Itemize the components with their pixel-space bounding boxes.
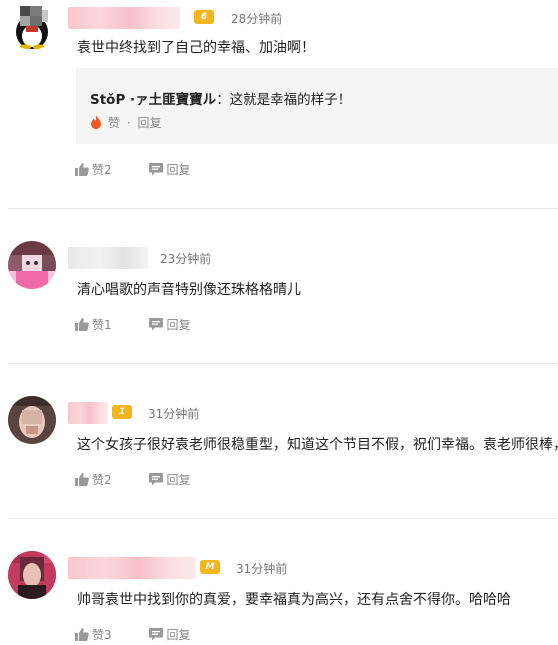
reply-text: ：这就是幸福的样子！ <box>216 92 352 108</box>
timestamp: 31分钟前 <box>148 407 200 421</box>
avatar[interactable] <box>8 241 56 289</box>
timestamp: 28分钟前 <box>231 12 283 26</box>
comment-text: 帅哥袁世中找到你的真爱，要幸福真为高兴，还有点舍不得你。哈哈哈 <box>77 592 511 608</box>
reply-label: 回复 <box>166 318 191 332</box>
thumbs-up-icon <box>75 163 89 176</box>
level-badge: M <box>200 560 220 574</box>
reply-button[interactable]: 回复 <box>149 471 190 488</box>
comment-icon <box>149 628 164 641</box>
timestamp: 23分钟前 <box>160 252 212 266</box>
like-count: 赞1 <box>92 318 112 332</box>
divider <box>8 518 558 519</box>
reply-like-button[interactable]: 赞 <box>108 116 120 130</box>
avatar[interactable] <box>8 551 56 599</box>
like-count: 赞2 <box>92 163 112 177</box>
separator: · <box>126 116 131 130</box>
like-count: 赞3 <box>92 628 112 642</box>
like-button[interactable]: 赞2 <box>75 161 112 178</box>
username[interactable] <box>68 247 148 269</box>
comment-actions: 赞2 回复 <box>75 471 224 488</box>
timestamp: 31分钟前 <box>236 562 288 576</box>
level-badge: 1 <box>112 405 132 419</box>
thumbs-up-icon <box>75 318 89 331</box>
reply-username[interactable]: StǒP ·ァ土匪寶寶ル <box>90 92 216 108</box>
comment-actions: 赞3 回复 <box>75 626 224 643</box>
comment-icon <box>149 473 164 486</box>
thumbs-up-icon <box>75 473 89 486</box>
comment-icon <box>149 163 164 176</box>
level-badge: 6 <box>194 10 214 24</box>
reply-reply-button[interactable]: 回复 <box>138 116 162 130</box>
reply-button[interactable]: 回复 <box>149 316 190 333</box>
comment-actions: 赞2 回复 <box>75 161 224 178</box>
comment-icon <box>149 318 164 331</box>
avatar[interactable] <box>8 396 56 444</box>
reply-actions: 赞 · 回复 <box>90 114 162 131</box>
reply-line: StǒP ·ァ土匪寶寶ル：这就是幸福的样子！ <box>90 88 351 108</box>
divider <box>8 208 558 209</box>
comment-actions: 赞1 回复 <box>75 316 224 333</box>
reply-button[interactable]: 回复 <box>149 626 190 643</box>
reply-label: 回复 <box>166 163 191 177</box>
like-count: 赞2 <box>92 473 112 487</box>
username[interactable] <box>68 557 196 579</box>
like-button[interactable]: 赞1 <box>75 316 112 333</box>
comment-text: 这个女孩子很好袁老师很稳重型，知道这个节目不假，祝们幸福。袁老师很棒， <box>77 437 558 453</box>
comment-text: 清心唱歌的声音特别像还珠格格晴儿 <box>77 282 301 298</box>
like-button[interactable]: 赞3 <box>75 626 112 643</box>
username[interactable] <box>68 7 180 29</box>
divider <box>8 363 558 364</box>
username[interactable] <box>68 402 108 424</box>
thumbs-up-icon <box>75 628 89 641</box>
like-button[interactable]: 赞2 <box>75 471 112 488</box>
reply-label: 回复 <box>166 628 191 642</box>
fire-icon <box>91 115 101 129</box>
reply-button[interactable]: 回复 <box>149 161 190 178</box>
avatar[interactable] <box>8 2 56 50</box>
reply-label: 回复 <box>166 473 191 487</box>
reply-thread: StǒP ·ァ土匪寶寶ル：这就是幸福的样子！ 赞 · 回复 <box>76 68 558 144</box>
comment-text: 袁世中终找到了自己的幸福、加油啊！ <box>77 40 315 56</box>
